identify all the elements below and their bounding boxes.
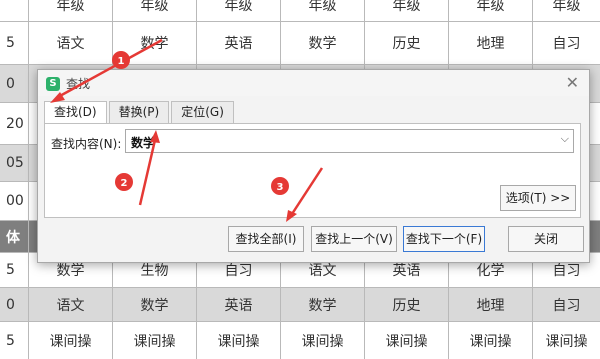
table-cell[interactable]: 语文 <box>29 288 113 321</box>
table-cell[interactable]: 英语 <box>197 21 281 64</box>
table-cell[interactable]: 数学 <box>281 21 365 64</box>
table-cell[interactable]: 体 <box>0 221 29 252</box>
tab-goto[interactable]: 定位(G) <box>171 101 234 123</box>
table-row: 年级 年级 年级 年级 年级 年级 年级 <box>0 0 600 22</box>
table-cell[interactable]: 数学 <box>113 288 197 321</box>
table-cell[interactable]: 数学 <box>113 21 197 64</box>
table-cell[interactable]: 自习 <box>533 288 600 321</box>
tab-replace[interactable]: 替换(P) <box>108 101 170 123</box>
tab-find[interactable]: 查找(D) <box>44 101 107 124</box>
find-panel: 查找内容(N): 数学 ⌵ 选项(T) >> <box>44 123 581 218</box>
close-button[interactable]: 关闭 <box>508 226 584 252</box>
table-cell[interactable]: 20 <box>0 103 29 144</box>
find-what-input[interactable]: 数学 ⌵ <box>125 129 574 153</box>
close-icon[interactable]: ✕ <box>566 73 579 92</box>
table-cell[interactable]: 年级 <box>113 0 197 21</box>
table-row: 5 语文 数学 英语 数学 历史 地理 自习 <box>0 21 600 65</box>
table-cell[interactable]: 5 <box>0 21 29 64</box>
table-cell[interactable]: 地理 <box>449 21 533 64</box>
table-cell[interactable]: 英语 <box>197 288 281 321</box>
table-cell[interactable]: 课间操 <box>29 322 113 359</box>
table-cell[interactable]: 课间操 <box>281 322 365 359</box>
table-cell[interactable]: 年级 <box>365 0 449 21</box>
table-cell[interactable]: 地理 <box>449 288 533 321</box>
table-cell[interactable]: 0 <box>0 288 29 321</box>
table-cell[interactable]: 数学 <box>281 288 365 321</box>
find-what-label: 查找内容(N): <box>51 137 122 151</box>
app-logo-icon: S <box>46 77 60 91</box>
table-cell[interactable]: 05 <box>0 145 29 181</box>
table-cell[interactable]: 历史 <box>365 288 449 321</box>
find-previous-button[interactable]: 查找上一个(V) <box>311 226 397 252</box>
table-cell[interactable]: 课间操 <box>449 322 533 359</box>
table-cell[interactable]: 课间操 <box>113 322 197 359</box>
table-row: 0 语文 数学 英语 数学 历史 地理 自习 <box>0 288 600 322</box>
table-cell[interactable]: 00 <box>0 182 29 220</box>
table-cell[interactable]: 年级 <box>281 0 365 21</box>
dialog-tabs: 查找(D) 替换(P) 定位(G) <box>44 101 236 124</box>
table-row: 5 课间操 课间操 课间操 课间操 课间操 课间操 课间操 <box>0 322 600 359</box>
table-cell[interactable]: 自习 <box>533 21 600 64</box>
table-cell[interactable]: 5 <box>0 253 29 287</box>
table-cell[interactable]: 年级 <box>533 0 600 21</box>
dialog-titlebar[interactable]: S 查找 ✕ <box>38 70 589 96</box>
table-cell[interactable]: 0 <box>0 65 29 102</box>
table-cell[interactable] <box>0 0 29 21</box>
find-dialog: S 查找 ✕ 查找(D) 替换(P) 定位(G) 查找内容(N): 数学 ⌵ 选… <box>37 69 590 263</box>
table-cell[interactable]: 课间操 <box>533 322 600 359</box>
dialog-title: 查找 <box>66 77 91 91</box>
table-cell[interactable]: 年级 <box>29 0 113 21</box>
find-next-button[interactable]: 查找下一个(F) <box>403 226 485 252</box>
table-cell[interactable]: 年级 <box>449 0 533 21</box>
find-all-button[interactable]: 查找全部(I) <box>228 226 304 252</box>
table-cell[interactable]: 历史 <box>365 21 449 64</box>
table-cell[interactable]: 课间操 <box>365 322 449 359</box>
options-button[interactable]: 选项(T) >> <box>500 185 576 211</box>
table-cell[interactable]: 语文 <box>29 21 113 64</box>
find-what-value: 数学 <box>131 136 156 150</box>
table-cell[interactable]: 年级 <box>197 0 281 21</box>
chevron-down-icon[interactable]: ⌵ <box>561 132 569 146</box>
table-cell[interactable]: 课间操 <box>197 322 281 359</box>
table-cell[interactable]: 5 <box>0 322 29 359</box>
